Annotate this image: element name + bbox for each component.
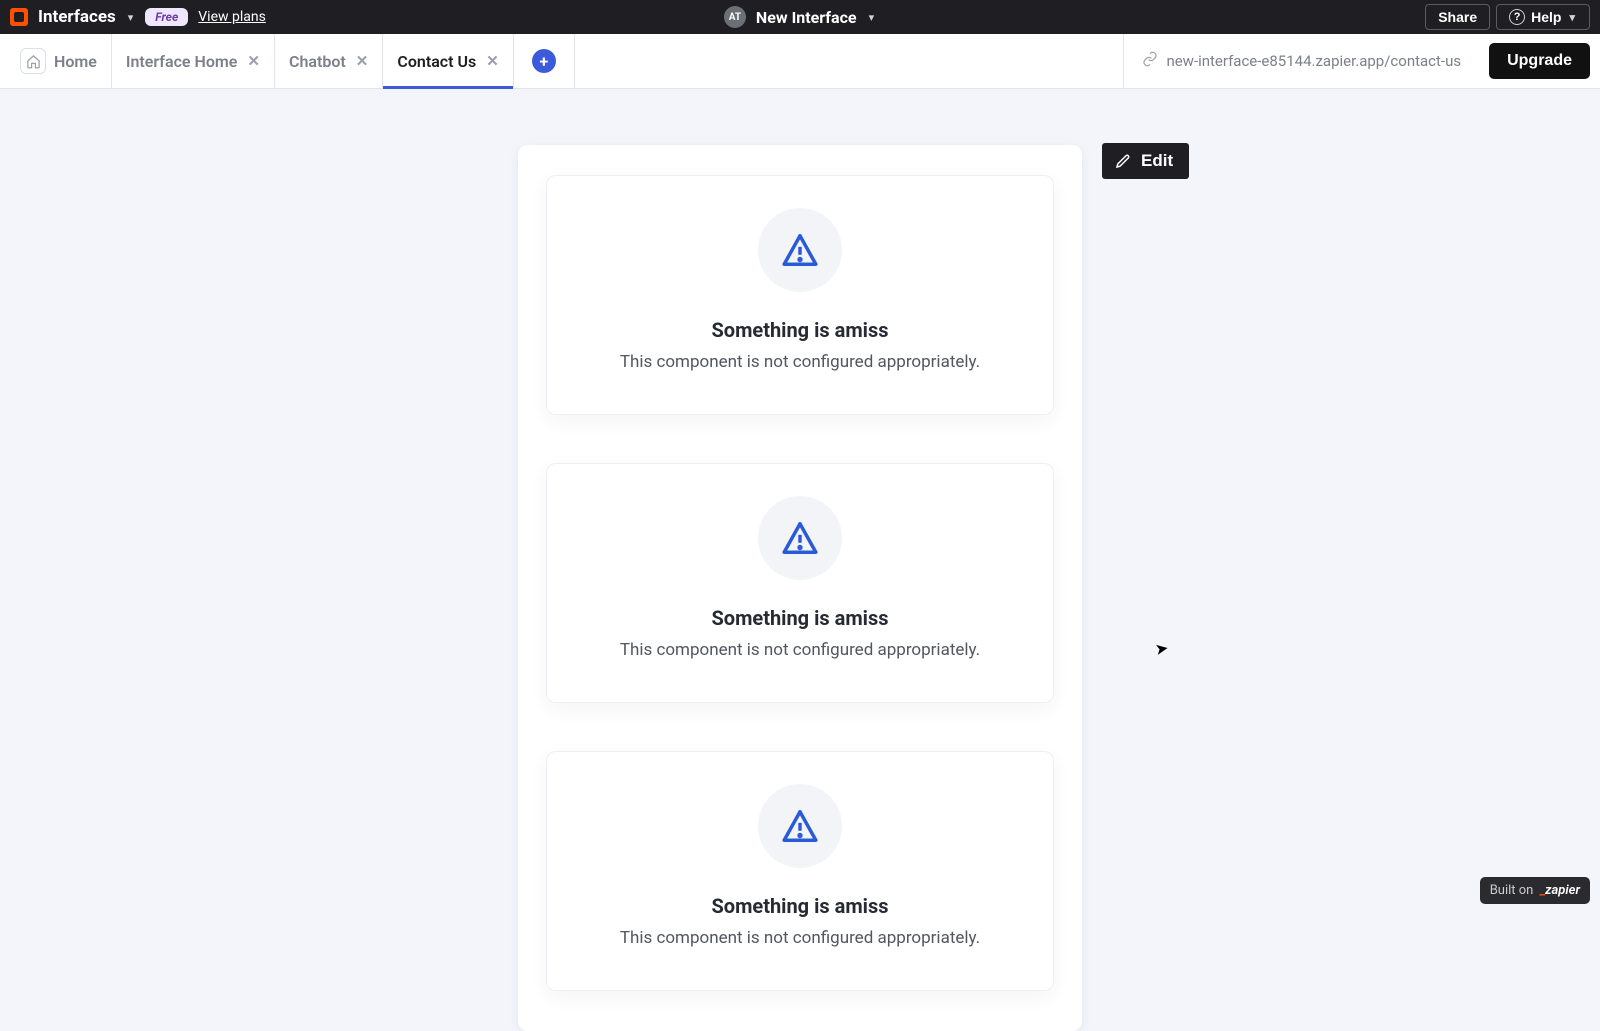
- header-center: AT New Interface ▾: [724, 6, 876, 28]
- component-card[interactable]: Something is amiss This component is not…: [546, 175, 1054, 415]
- pencil-icon: [1114, 152, 1132, 170]
- header-right: Share ? Help ▾: [876, 4, 1590, 30]
- project-name[interactable]: New Interface: [756, 8, 857, 27]
- add-tab-button[interactable]: +: [532, 49, 556, 73]
- help-button[interactable]: ? Help ▾: [1496, 4, 1590, 30]
- error-desc: This component is not configured appropr…: [567, 640, 1033, 660]
- tab-label: Contact Us: [397, 52, 476, 71]
- help-label: Help: [1531, 9, 1561, 25]
- share-label: Share: [1438, 9, 1477, 25]
- component-card[interactable]: Something is amiss This component is not…: [546, 751, 1054, 991]
- share-button[interactable]: Share: [1425, 4, 1490, 30]
- tab-add: +: [514, 34, 575, 88]
- zapier-logo-icon: [10, 8, 28, 26]
- page-url-text: new-interface-e85144.zapier.app/contact-…: [1166, 52, 1461, 70]
- error-desc: This component is not configured appropr…: [567, 352, 1033, 372]
- tab-home-label: Home: [54, 52, 97, 71]
- canvas-inner: Edit Something is amiss This component i…: [518, 145, 1082, 914]
- close-icon[interactable]: ✕: [486, 52, 499, 70]
- page-url[interactable]: new-interface-e85144.zapier.app/contact-…: [1123, 34, 1479, 88]
- upgrade-button[interactable]: Upgrade: [1489, 43, 1590, 79]
- tab-chatbot[interactable]: Chatbot ✕: [275, 34, 383, 88]
- warning-icon: [758, 784, 842, 868]
- edit-button[interactable]: Edit: [1102, 143, 1189, 179]
- chevron-down-icon: ▾: [1567, 11, 1577, 24]
- built-on-label: Built on: [1490, 883, 1534, 898]
- avatar[interactable]: AT: [724, 6, 746, 28]
- view-plans-link[interactable]: View plans: [198, 9, 266, 25]
- warning-icon: [758, 208, 842, 292]
- brand-title[interactable]: Interfaces: [38, 7, 116, 27]
- page-card: Something is amiss This component is not…: [518, 145, 1082, 1031]
- error-title: Something is amiss: [567, 894, 1033, 918]
- header-left: Interfaces ▾ Free View plans: [10, 7, 724, 27]
- tab-label: Chatbot: [289, 52, 346, 71]
- tab-contact-us[interactable]: Contact Us ✕: [383, 34, 513, 88]
- tab-home[interactable]: Home: [6, 34, 112, 88]
- chevron-down-icon[interactable]: ▾: [126, 11, 136, 24]
- tab-bar: Home Interface Home ✕ Chatbot ✕ Contact …: [0, 34, 1600, 89]
- close-icon[interactable]: ✕: [356, 52, 369, 70]
- home-icon: [20, 48, 46, 74]
- tab-interface-home[interactable]: Interface Home ✕: [112, 34, 275, 88]
- built-on-badge[interactable]: Built on _zapier: [1480, 877, 1590, 904]
- chevron-down-icon[interactable]: ▾: [867, 11, 877, 24]
- top-header: Interfaces ▾ Free View plans AT New Inte…: [0, 0, 1600, 34]
- help-icon: ?: [1509, 9, 1525, 25]
- error-title: Something is amiss: [567, 606, 1033, 630]
- zapier-wordmark: _zapier: [1539, 883, 1580, 898]
- warning-icon: [758, 496, 842, 580]
- error-desc: This component is not configured appropr…: [567, 928, 1033, 948]
- canvas: Edit Something is amiss This component i…: [0, 89, 1600, 914]
- close-icon[interactable]: ✕: [247, 52, 260, 70]
- error-title: Something is amiss: [567, 318, 1033, 342]
- component-card[interactable]: Something is amiss This component is not…: [546, 463, 1054, 703]
- edit-label: Edit: [1141, 151, 1173, 171]
- tab-spacer: [575, 34, 1124, 88]
- free-badge: Free: [145, 8, 188, 26]
- link-icon: [1142, 51, 1158, 71]
- tab-label: Interface Home: [126, 52, 238, 71]
